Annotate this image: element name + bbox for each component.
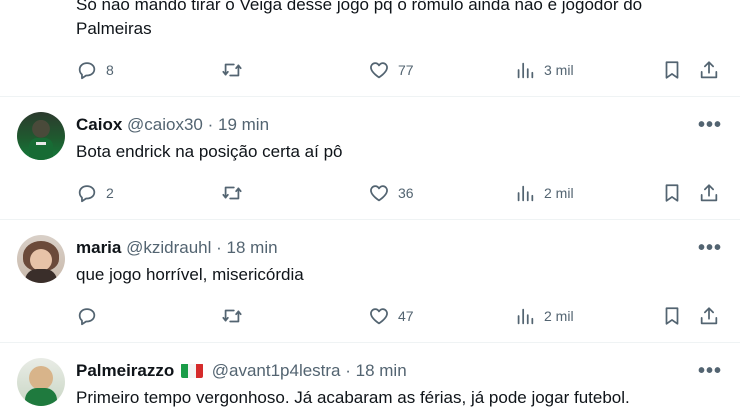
user-name[interactable]: maria [76, 238, 121, 257]
italy-flag-icon [181, 363, 203, 378]
retweet-icon [222, 186, 242, 200]
bookmark-button[interactable] [661, 303, 683, 329]
like-count: 36 [398, 185, 414, 201]
reply-button[interactable]: 8 [76, 57, 114, 83]
more-icon[interactable]: ••• [698, 361, 722, 385]
views-count: 2 mil [544, 185, 574, 201]
share-button[interactable] [698, 180, 720, 206]
views-icon [517, 185, 534, 202]
views-icon [517, 308, 534, 325]
tweet-actions: 47 2 mil [76, 303, 726, 329]
retweet-button[interactable] [221, 180, 243, 206]
reply-icon [78, 185, 96, 203]
reply-icon [78, 62, 96, 80]
user-handle[interactable]: @caiox30 [127, 115, 203, 134]
tweet-text-line: Palmeiras [76, 19, 152, 38]
tweet-time[interactable]: · 18 min [345, 361, 406, 380]
user-handle[interactable]: @avant1p4lestra [212, 361, 341, 380]
tweet-header: Palmeirazzo @avant1p4lestra · 18 min [76, 360, 407, 382]
tweet-header: maria @kzidrauhl · 18 min [76, 237, 278, 259]
tweet-text: que jogo horrível, misericórdia [76, 265, 304, 284]
share-icon [700, 61, 718, 79]
reply-count: 8 [106, 62, 114, 78]
user-name[interactable]: Caiox [76, 115, 122, 134]
tweet-time[interactable]: · 18 min [216, 238, 277, 257]
bookmark-icon [665, 61, 679, 79]
like-button[interactable]: 77 [368, 57, 414, 83]
reply-count: 2 [106, 185, 114, 201]
like-button[interactable]: 47 [368, 303, 414, 329]
retweet-button[interactable] [221, 57, 243, 83]
like-count: 77 [398, 62, 414, 78]
tweet-text-line: Só não mando tirar o Veiga desse jogo pq… [76, 0, 643, 14]
like-count: 47 [398, 308, 414, 324]
share-button[interactable] [698, 57, 720, 83]
retweet-icon [222, 63, 242, 77]
reply-button[interactable] [76, 303, 106, 329]
views-count: 2 mil [544, 308, 574, 324]
reply-button[interactable]: 2 [76, 180, 114, 206]
tweet-text: Primeiro tempo vergonhoso. Já acabaram a… [76, 388, 630, 407]
tweet[interactable]: Palmeirazzo @avant1p4lestra · 18 min •••… [0, 343, 740, 416]
more-icon[interactable]: ••• [698, 238, 722, 262]
avatar[interactable] [17, 112, 65, 160]
views-count: 3 mil [544, 62, 574, 78]
views-button[interactable]: 3 mil [514, 57, 574, 83]
bookmark-icon [665, 307, 679, 325]
share-button[interactable] [698, 303, 720, 329]
like-icon [370, 62, 388, 79]
tweet-header: Caiox @caiox30 · 19 min [76, 114, 269, 136]
more-icon[interactable]: ••• [698, 115, 722, 139]
tweet[interactable]: Caiox @caiox30 · 19 min ••• Bota endrick… [0, 97, 740, 219]
views-button[interactable]: 2 mil [514, 180, 574, 206]
tweet[interactable]: maria @kzidrauhl · 18 min ••• que jogo h… [0, 220, 740, 342]
avatar[interactable] [17, 235, 65, 283]
tweet-actions: 2 36 2 mil [76, 180, 726, 206]
user-handle[interactable]: @kzidrauhl [126, 238, 211, 257]
retweet-button[interactable] [221, 303, 243, 329]
views-icon [517, 62, 534, 79]
bookmark-button[interactable] [661, 180, 683, 206]
avatar[interactable] [17, 358, 65, 406]
bookmark-icon [665, 184, 679, 202]
tweet-text: Bota endrick na posição certa aí pô [76, 142, 343, 161]
share-icon [700, 307, 718, 325]
tweet-time[interactable]: · 19 min [208, 115, 269, 134]
like-button[interactable]: 36 [368, 180, 414, 206]
views-button[interactable]: 2 mil [514, 303, 574, 329]
tweet[interactable]: Só não mando tirar o Veiga desse jogo pq… [0, 0, 740, 96]
reply-icon [78, 308, 96, 326]
share-icon [700, 184, 718, 202]
retweet-icon [222, 309, 242, 323]
tweet-actions: 8 77 3 mil [76, 57, 726, 83]
user-name[interactable]: Palmeirazzo [76, 361, 174, 380]
like-icon [370, 185, 388, 202]
like-icon [370, 308, 388, 325]
bookmark-button[interactable] [661, 57, 683, 83]
